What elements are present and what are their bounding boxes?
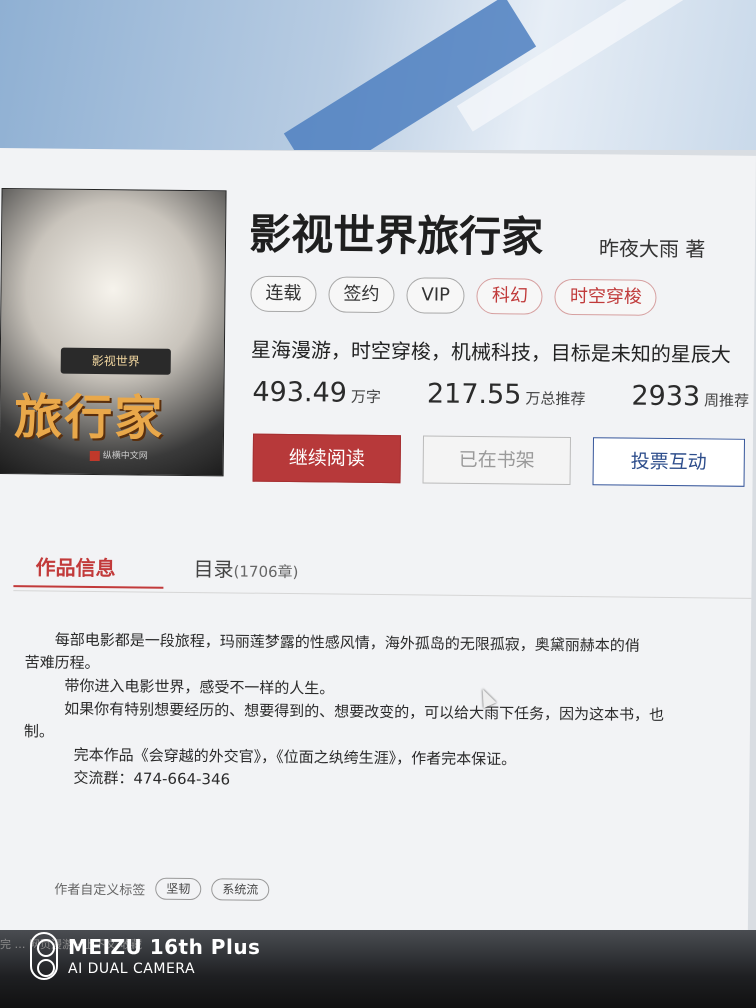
dual-camera-icon <box>30 932 58 980</box>
continue-reading-button[interactable]: 继续阅读 <box>252 433 402 484</box>
custom-tags: 作者自定义标签 坚韧 系统流 <box>54 877 270 901</box>
cover-subtitle: 影视世界 <box>60 347 171 375</box>
vote-button[interactable]: 投票互动 <box>592 437 745 487</box>
stat-value: 2933 <box>631 380 701 413</box>
book-tags: 连载 签约 VIP 科幻 时空穿梭 <box>250 275 658 316</box>
tag-vip[interactable]: VIP <box>406 277 466 314</box>
tab-catalog-label: 目录 <box>193 557 234 582</box>
stat-weekly-recommend: 2933 周推荐 <box>631 381 749 413</box>
tag-scifi[interactable]: 科幻 <box>476 278 544 315</box>
custom-tag-chip[interactable]: 坚韧 <box>155 877 202 901</box>
tag-serializing[interactable]: 连载 <box>250 275 317 313</box>
stat-unit: 周推荐 <box>704 391 750 410</box>
book-stats: 493.49 万字 217.55 万总推荐 2933 周推荐 <box>252 377 749 413</box>
camera-watermark: MEIZU 16th Plus AI DUAL CAMERA <box>30 932 260 980</box>
tag-time-travel[interactable]: 时空穿梭 <box>554 278 658 316</box>
watermark-brand: MEIZU 16th Plus <box>68 935 261 959</box>
banner-stripe <box>283 0 537 150</box>
book-intro: 星海漫游，时空穿梭，机械科技，目标是未知的星辰大 <box>250 337 732 367</box>
tab-catalog-count: (1706章) <box>233 562 299 582</box>
stat-word-count: 493.49 万字 <box>252 377 381 409</box>
cover-publisher: 纵横中文网 <box>89 448 148 462</box>
stat-unit: 万字 <box>350 387 382 407</box>
tab-work-info[interactable]: 作品信息 <box>35 551 115 581</box>
tab-catalog[interactable]: 目录(1706章) <box>193 553 298 583</box>
stat-total-recommend: 217.55 万总推荐 <box>427 378 586 411</box>
book-title: 影视世界旅行家 <box>248 209 544 262</box>
stat-value: 217.55 <box>426 378 522 411</box>
cover-title: 旅行家 <box>13 389 165 447</box>
watermark-text: MEIZU 16th Plus AI DUAL CAMERA <box>68 935 260 977</box>
on-shelf-button[interactable]: 已在书架 <box>422 435 572 485</box>
watermark-camera: AI DUAL CAMERA <box>68 961 196 977</box>
book-detail-panel: 影视世界 旅行家 纵横中文网 影视世界旅行家 昨夜大雨 著 连载 签约 VIP … <box>0 148 756 946</box>
book-author[interactable]: 昨夜大雨 著 <box>599 232 706 262</box>
publisher-name: 纵横中文网 <box>102 451 148 462</box>
page-banner <box>0 0 756 150</box>
publisher-logo-icon <box>89 450 100 461</box>
detail-tabs: 作品信息 目录(1706章) <box>13 543 752 599</box>
book-cover[interactable]: 影视世界 旅行家 纵横中文网 <box>0 188 227 477</box>
stat-unit: 万总推荐 <box>525 389 586 409</box>
custom-tag-chip[interactable]: 系统流 <box>211 878 270 901</box>
book-description: 每部电影都是一段旅程，玛丽莲梦露的性感风情，海外孤岛的无限孤寂，奥黛丽赫本的俏 … <box>23 628 751 797</box>
custom-tags-label: 作者自定义标签 <box>54 882 146 899</box>
tag-signed[interactable]: 签约 <box>328 276 395 314</box>
stat-value: 493.49 <box>252 376 348 409</box>
